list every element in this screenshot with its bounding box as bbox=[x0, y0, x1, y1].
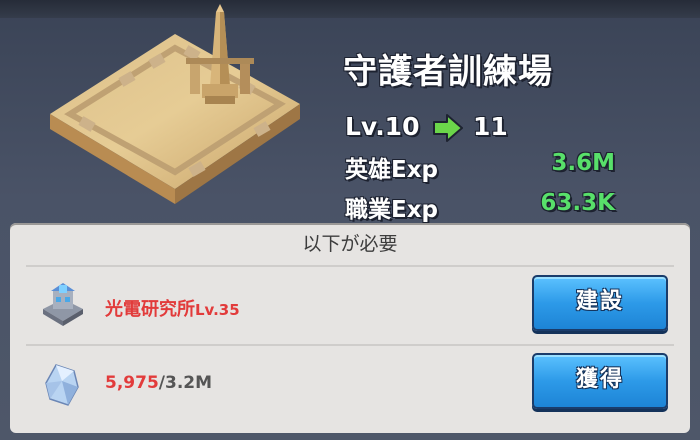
current-level: Lv.10 bbox=[345, 112, 420, 141]
training-ground-illustration bbox=[50, 4, 300, 204]
next-level: 11 bbox=[473, 112, 508, 141]
hero-exp-label: 英雄Exp bbox=[345, 157, 439, 183]
divider bbox=[26, 265, 674, 267]
job-exp-label: 職業Exp bbox=[345, 197, 439, 223]
resource-need: /3.2M bbox=[158, 373, 213, 393]
requirements-panel: 以下が必要 光電研究所Lv.35 建設 5,975/3.2M 獲得 bbox=[10, 223, 690, 433]
required-building-level: Lv.35 bbox=[195, 301, 240, 319]
obtain-button[interactable]: 獲得 bbox=[532, 353, 668, 409]
required-building: 光電研究所Lv.35 bbox=[105, 295, 240, 321]
job-exp-value: 63.3K bbox=[540, 190, 615, 216]
lab-building-icon bbox=[43, 283, 83, 326]
build-button[interactable]: 建設 bbox=[532, 275, 668, 331]
hero-exp-value: 3.6M bbox=[551, 150, 615, 176]
resource-have: 5,975 bbox=[105, 373, 159, 393]
required-building-name: 光電研究所 bbox=[105, 299, 195, 320]
crystal-icon bbox=[45, 364, 79, 406]
divider bbox=[26, 344, 674, 346]
green-right-arrow-icon bbox=[433, 114, 463, 142]
requirements-header: 以下が必要 bbox=[302, 233, 398, 255]
building-title: 守護者訓練場 bbox=[343, 52, 553, 92]
resource-cost: 5,975/3.2M bbox=[105, 373, 212, 393]
